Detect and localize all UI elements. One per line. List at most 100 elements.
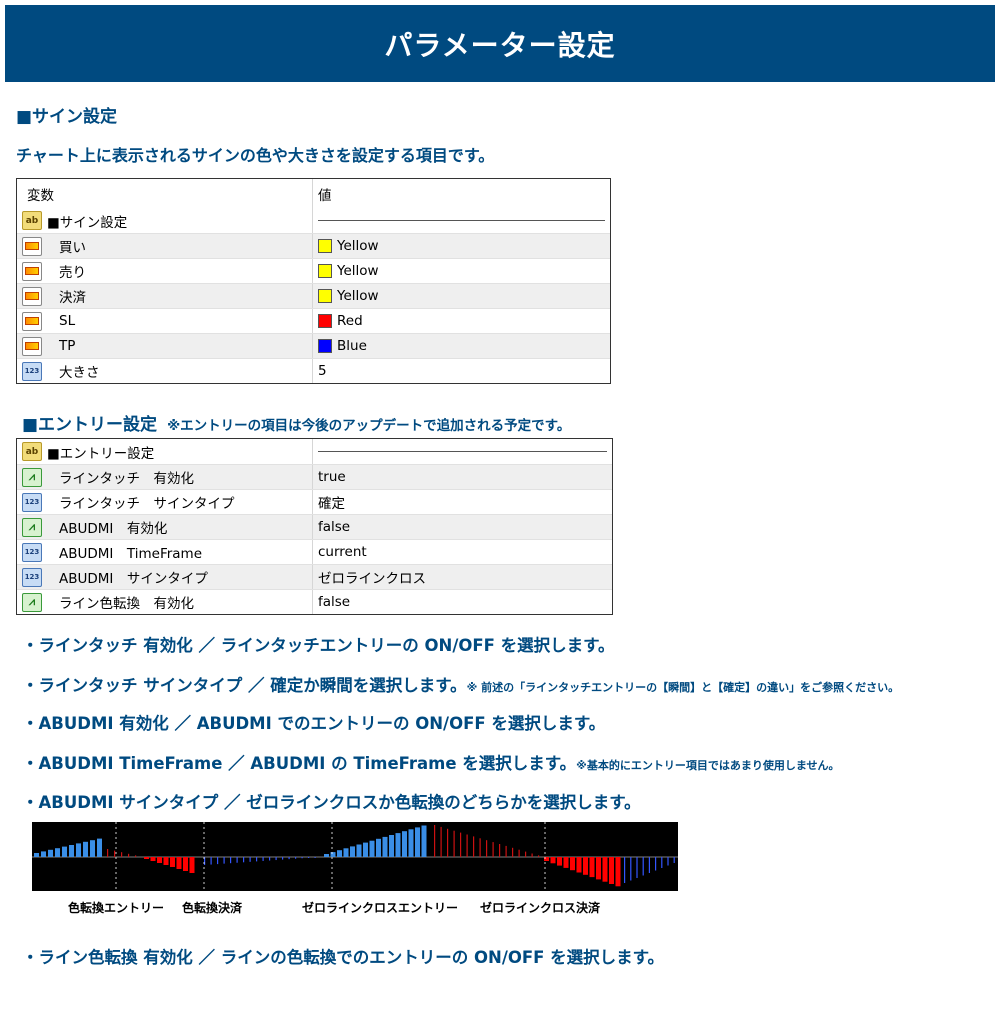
histogram-bar [350,846,355,857]
bullet-text: ・ABUDMI TimeFrame ／ ABUDMI の TimeFrame を… [22,754,577,773]
histogram-bar [55,848,60,857]
page-title: パラメーター設定 [384,28,616,62]
histogram-bar [557,857,562,866]
row-value: false [318,519,351,535]
histogram-bar [356,844,362,857]
table-row[interactable]: 123 ABUDMI サインタイプ ゼロラインクロス [17,564,612,589]
histogram-bar [382,836,388,857]
table-row[interactable]: 123 ラインタッチ サインタイプ 確定 [17,489,612,514]
table-row[interactable]: 123 大きさ 5 [17,358,610,383]
row-value: Yellow [337,288,379,304]
histogram-bar [440,826,442,857]
label-zero-cross-exit: ゼロラインクロス決済 [480,901,601,915]
histogram-bar [243,857,245,863]
histogram-bar [596,857,601,880]
row-value: false [318,594,351,610]
histogram-bar [76,843,81,857]
histogram-bar [615,857,621,887]
histogram-bar [583,857,588,875]
group-label: ■サイン設定 [47,214,128,231]
histogram-bar [288,857,290,860]
histogram-bar [363,842,368,857]
row-label: ラインタッチ サインタイプ [59,496,235,512]
histogram-bar [97,838,102,857]
table-row[interactable]: 123 ABUDMI TimeFrame current [17,539,612,564]
histogram-bar [518,849,520,857]
histogram-bar [269,857,271,861]
histogram-bar [343,848,349,857]
histogram-bar [301,857,303,859]
table-row[interactable]: 買い Yellow [17,233,610,258]
color-icon [22,261,42,281]
histogram-bar [609,857,614,884]
histogram-bar [389,835,394,857]
histogram-bar [655,857,657,871]
histogram-bar [667,857,669,866]
row-label: TP [59,338,76,354]
histogram-bar [421,825,427,857]
histogram-bar [249,857,251,862]
row-label: ABUDMI 有効化 [59,521,168,537]
bullet-item: ・ラインタッチ 有効化 ／ ラインタッチエントリーの ON/OFF を選択します… [22,632,615,656]
row-label: SL [59,313,76,329]
color-swatch [318,264,332,278]
row-label: 決済 [59,290,86,306]
bullet-text: ・ABUDMI サインタイプ ／ ゼロラインクロスか色転換のどちらかを選択します… [22,793,641,812]
histogram-bar [330,852,336,857]
sign-section-title: ■サイン設定 [16,107,118,127]
histogram-bar [83,841,88,857]
histogram-bar [256,857,258,862]
histogram-bar [447,828,449,857]
column-header-value: 値 [318,187,332,204]
histogram-bar [62,846,67,857]
table-row[interactable]: 売り Yellow [17,258,610,283]
bullet-note: ※基本的にエントリー項目ではあまり使用しません。 [576,759,840,772]
bullet-text: ・ラインタッチ 有効化 ／ ラインタッチエントリーの ON/OFF を選択します… [22,636,615,655]
table-row[interactable]: SL Red [17,308,610,333]
row-value: current [318,544,367,560]
histogram-bar [453,830,455,857]
entry-section-heading: ■エントリー設定 [22,415,158,435]
histogram-bar [90,840,95,857]
bullet-item: ・ABUDMI 有効化 ／ ABUDMI でのエントリーの ON/OFF を選択… [22,710,605,734]
table-row[interactable]: ⩘ ラインタッチ 有効化 true [17,464,612,489]
row-label: ABUDMI サインタイプ [59,571,208,587]
histogram-bar [217,857,219,865]
histogram-bar [576,857,582,873]
row-label: ABUDMI TimeFrame [59,546,203,562]
entry-settings-table: ab ■エントリー設定 ⩘ ラインタッチ 有効化 true 123 ラインタッチ サイン… [16,438,613,615]
histogram-bar [402,831,407,857]
table-row[interactable]: ⩘ ライン色転換 有効化 false [17,589,612,614]
histogram-bar [48,849,53,857]
histogram-bar [434,825,436,857]
bullet-note: ※ 前述の「ラインタッチエントリーの【瞬間】と【確定】の違い」をご参照ください。 [466,681,900,694]
histogram-bar [275,857,277,861]
histogram-bar [314,857,316,858]
string-icon: ab [22,211,42,230]
histogram-bar [466,834,468,857]
row-value: Blue [337,338,367,354]
label-color-change-entry: 色転換エントリー [68,901,165,915]
boolean-icon: ⩘ [22,467,42,487]
table-row[interactable]: 決済 Yellow [17,283,610,308]
row-value: true [318,469,346,485]
histogram-bar [460,832,462,857]
table-row[interactable]: ⩘ ABUDMI 有効化 false [17,514,612,539]
integer-icon: 123 [22,492,42,512]
row-label: 売り [59,265,86,281]
histogram-bar [144,857,149,859]
indicator-chart [32,822,678,891]
histogram-bar [531,853,533,857]
integer-icon: 123 [22,361,42,381]
histogram-bar [473,836,475,857]
histogram-bar [479,838,481,857]
color-swatch [318,314,332,328]
label-color-change-exit: 色転換決済 [182,901,243,915]
table-row[interactable]: TP Blue [17,333,610,358]
entry-section-note: ※エントリーの項目は今後のアップデートで追加される予定です。 [167,418,571,434]
histogram-bar [230,857,232,864]
histogram-bar [121,852,123,857]
color-swatch [318,289,332,303]
row-label: ライン色転換 有効化 [59,596,194,612]
histogram-bar [282,857,284,860]
